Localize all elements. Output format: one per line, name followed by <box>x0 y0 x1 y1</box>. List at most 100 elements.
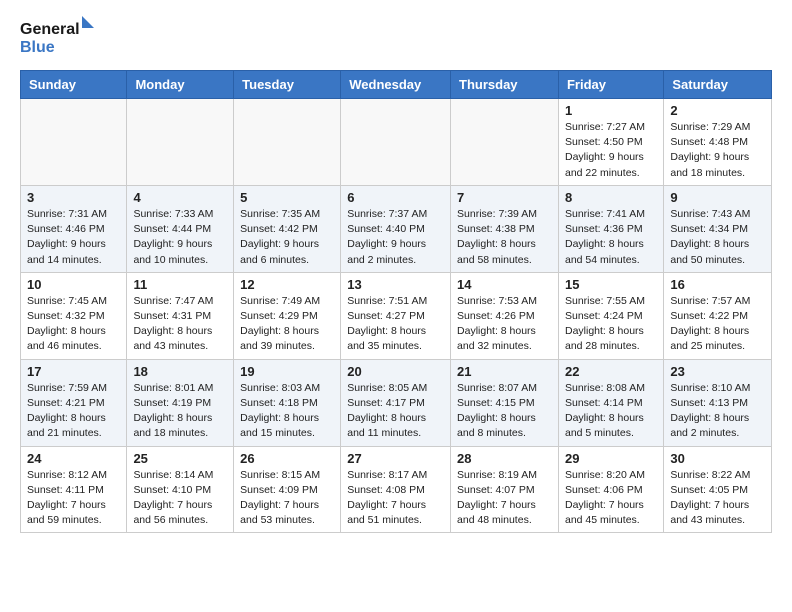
weekday-thursday: Thursday <box>451 71 559 99</box>
week-row-5: 24 Sunrise: 8:12 AM Sunset: 4:11 PM Dayli… <box>21 446 772 533</box>
day-number: 22 <box>565 364 657 379</box>
svg-text:Blue: Blue <box>20 39 55 56</box>
weekday-friday: Friday <box>558 71 663 99</box>
calendar-cell: 15 Sunrise: 7:55 AM Sunset: 4:24 PM Dayli… <box>558 272 663 359</box>
calendar-cell: 25 Sunrise: 8:14 AM Sunset: 4:10 PM Dayli… <box>127 446 234 533</box>
day-info: Sunrise: 7:59 AM Sunset: 4:21 PM Dayligh… <box>27 381 120 442</box>
day-number: 11 <box>133 277 227 292</box>
day-number: 30 <box>670 451 765 466</box>
calendar-cell: 23 Sunrise: 8:10 AM Sunset: 4:13 PM Dayli… <box>664 359 772 446</box>
calendar-cell: 21 Sunrise: 8:07 AM Sunset: 4:15 PM Dayli… <box>451 359 559 446</box>
calendar-cell: 17 Sunrise: 7:59 AM Sunset: 4:21 PM Dayli… <box>21 359 127 446</box>
day-number: 1 <box>565 103 657 118</box>
day-number: 4 <box>133 190 227 205</box>
day-number: 28 <box>457 451 552 466</box>
calendar-cell: 7 Sunrise: 7:39 AM Sunset: 4:38 PM Daylig… <box>451 185 559 272</box>
day-info: Sunrise: 7:37 AM Sunset: 4:40 PM Dayligh… <box>347 207 444 268</box>
logo-svg: GeneralBlue <box>20 16 100 60</box>
weekday-wednesday: Wednesday <box>341 71 451 99</box>
calendar-cell: 24 Sunrise: 8:12 AM Sunset: 4:11 PM Dayli… <box>21 446 127 533</box>
calendar-cell: 5Sunrise: 7:35 AM Sunset: 4:42 PM Daylig… <box>234 185 341 272</box>
day-info: Sunrise: 7:33 AM Sunset: 4:44 PM Dayligh… <box>133 207 227 268</box>
weekday-sunday: Sunday <box>21 71 127 99</box>
day-info: Sunrise: 7:39 AM Sunset: 4:38 PM Dayligh… <box>457 207 552 268</box>
weekday-monday: Monday <box>127 71 234 99</box>
day-info: Sunrise: 7:31 AM Sunset: 4:46 PM Dayligh… <box>27 207 120 268</box>
day-number: 29 <box>565 451 657 466</box>
weekday-saturday: Saturday <box>664 71 772 99</box>
day-number: 15 <box>565 277 657 292</box>
calendar-cell: 11 Sunrise: 7:47 AM Sunset: 4:31 PM Dayli… <box>127 272 234 359</box>
day-number: 3 <box>27 190 120 205</box>
calendar-cell: 20 Sunrise: 8:05 AM Sunset: 4:17 PM Dayli… <box>341 359 451 446</box>
calendar-cell <box>21 99 127 186</box>
day-info: Sunrise: 7:43 AM Sunset: 4:34 PM Dayligh… <box>670 207 765 268</box>
calendar-cell: 22 Sunrise: 8:08 AM Sunset: 4:14 PM Dayli… <box>558 359 663 446</box>
calendar-cell: 27 Sunrise: 8:17 AM Sunset: 4:08 PM Dayli… <box>341 446 451 533</box>
day-number: 12 <box>240 277 334 292</box>
calendar-cell: 9 Sunrise: 7:43 AM Sunset: 4:34 PM Daylig… <box>664 185 772 272</box>
day-info: Sunrise: 7:47 AM Sunset: 4:31 PM Dayligh… <box>133 294 227 355</box>
day-number: 6 <box>347 190 444 205</box>
day-info: Sunrise: 7:29 AM Sunset: 4:48 PM Dayligh… <box>670 120 765 181</box>
day-info: Sunrise: 7:49 AM Sunset: 4:29 PM Dayligh… <box>240 294 334 355</box>
day-number: 14 <box>457 277 552 292</box>
calendar-cell: 29 Sunrise: 8:20 AM Sunset: 4:06 PM Dayli… <box>558 446 663 533</box>
day-info: Sunrise: 8:08 AM Sunset: 4:14 PM Dayligh… <box>565 381 657 442</box>
day-info: Sunrise: 7:27 AM Sunset: 4:50 PM Dayligh… <box>565 120 657 181</box>
calendar-cell: 3 Sunrise: 7:31 AM Sunset: 4:46 PM Daylig… <box>21 185 127 272</box>
calendar-cell: 26Sunrise: 8:15 AM Sunset: 4:09 PM Dayli… <box>234 446 341 533</box>
header: GeneralBlue <box>20 16 772 60</box>
day-number: 26 <box>240 451 334 466</box>
day-info: Sunrise: 8:22 AM Sunset: 4:05 PM Dayligh… <box>670 468 765 529</box>
day-number: 10 <box>27 277 120 292</box>
logo: GeneralBlue <box>20 16 100 60</box>
calendar-cell <box>234 99 341 186</box>
day-number: 25 <box>133 451 227 466</box>
calendar-cell <box>127 99 234 186</box>
day-info: Sunrise: 8:01 AM Sunset: 4:19 PM Dayligh… <box>133 381 227 442</box>
weekday-tuesday: Tuesday <box>234 71 341 99</box>
day-info: Sunrise: 7:53 AM Sunset: 4:26 PM Dayligh… <box>457 294 552 355</box>
day-number: 8 <box>565 190 657 205</box>
day-number: 5 <box>240 190 334 205</box>
calendar-cell: 6 Sunrise: 7:37 AM Sunset: 4:40 PM Daylig… <box>341 185 451 272</box>
day-info: Sunrise: 7:41 AM Sunset: 4:36 PM Dayligh… <box>565 207 657 268</box>
day-info: Sunrise: 8:17 AM Sunset: 4:08 PM Dayligh… <box>347 468 444 529</box>
day-info: Sunrise: 8:07 AM Sunset: 4:15 PM Dayligh… <box>457 381 552 442</box>
day-info: Sunrise: 8:10 AM Sunset: 4:13 PM Dayligh… <box>670 381 765 442</box>
calendar-cell <box>341 99 451 186</box>
calendar-cell: 18 Sunrise: 8:01 AM Sunset: 4:19 PM Dayli… <box>127 359 234 446</box>
day-number: 27 <box>347 451 444 466</box>
calendar-cell: 2 Sunrise: 7:29 AM Sunset: 4:48 PM Daylig… <box>664 99 772 186</box>
day-info: Sunrise: 7:45 AM Sunset: 4:32 PM Dayligh… <box>27 294 120 355</box>
day-info: Sunrise: 7:57 AM Sunset: 4:22 PM Dayligh… <box>670 294 765 355</box>
day-info: Sunrise: 8:05 AM Sunset: 4:17 PM Dayligh… <box>347 381 444 442</box>
day-info: Sunrise: 8:14 AM Sunset: 4:10 PM Dayligh… <box>133 468 227 529</box>
day-number: 16 <box>670 277 765 292</box>
day-info: Sunrise: 8:03 AM Sunset: 4:18 PM Dayligh… <box>240 381 334 442</box>
calendar-cell: 8 Sunrise: 7:41 AM Sunset: 4:36 PM Daylig… <box>558 185 663 272</box>
day-info: Sunrise: 8:20 AM Sunset: 4:06 PM Dayligh… <box>565 468 657 529</box>
day-info: Sunrise: 8:19 AM Sunset: 4:07 PM Dayligh… <box>457 468 552 529</box>
day-number: 2 <box>670 103 765 118</box>
day-number: 24 <box>27 451 120 466</box>
page: GeneralBlue SundayMondayTuesdayWednesday… <box>0 0 792 549</box>
week-row-1: 1 Sunrise: 7:27 AM Sunset: 4:50 PM Daylig… <box>21 99 772 186</box>
calendar-cell: 12 Sunrise: 7:49 AM Sunset: 4:29 PM Dayli… <box>234 272 341 359</box>
week-row-2: 3 Sunrise: 7:31 AM Sunset: 4:46 PM Daylig… <box>21 185 772 272</box>
calendar-cell: 13Sunrise: 7:51 AM Sunset: 4:27 PM Dayli… <box>341 272 451 359</box>
day-info: Sunrise: 8:12 AM Sunset: 4:11 PM Dayligh… <box>27 468 120 529</box>
day-number: 13 <box>347 277 444 292</box>
day-number: 21 <box>457 364 552 379</box>
day-number: 20 <box>347 364 444 379</box>
day-number: 9 <box>670 190 765 205</box>
day-number: 18 <box>133 364 227 379</box>
day-info: Sunrise: 7:55 AM Sunset: 4:24 PM Dayligh… <box>565 294 657 355</box>
day-number: 7 <box>457 190 552 205</box>
calendar-cell: 1 Sunrise: 7:27 AM Sunset: 4:50 PM Daylig… <box>558 99 663 186</box>
day-number: 19 <box>240 364 334 379</box>
day-number: 17 <box>27 364 120 379</box>
week-row-3: 10 Sunrise: 7:45 AM Sunset: 4:32 PM Dayli… <box>21 272 772 359</box>
day-number: 23 <box>670 364 765 379</box>
